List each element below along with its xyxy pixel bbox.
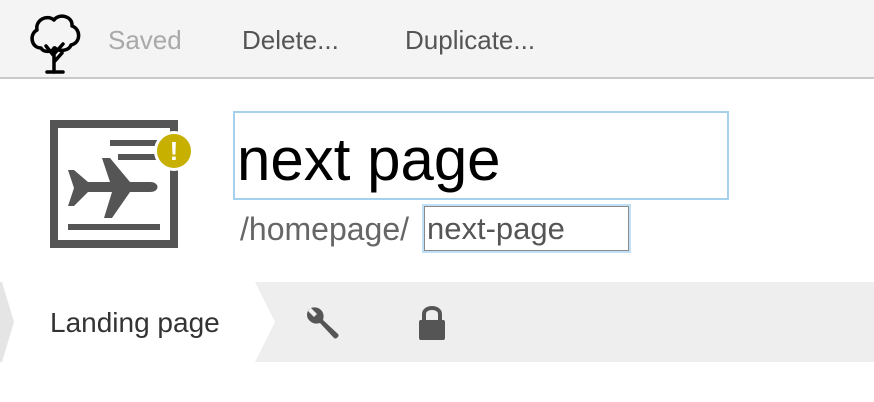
url-slug-input[interactable] bbox=[424, 206, 629, 251]
tab-landing-page-label: Landing page bbox=[50, 307, 220, 338]
url-prefix: /homepage/ bbox=[240, 211, 410, 247]
tab-landing-page[interactable]: Landing page bbox=[0, 282, 275, 362]
saved-status: Saved bbox=[108, 25, 182, 55]
delete-button[interactable]: Delete... bbox=[242, 24, 339, 56]
lock-icon[interactable] bbox=[412, 302, 452, 342]
tree-icon[interactable] bbox=[27, 12, 83, 74]
warning-badge: ! bbox=[154, 131, 194, 171]
wrench-icon[interactable] bbox=[302, 302, 342, 342]
tab-bar: Landing page bbox=[0, 282, 874, 362]
page-title-input[interactable] bbox=[233, 111, 729, 200]
duplicate-button[interactable]: Duplicate... bbox=[405, 24, 535, 56]
toolbar: Saved Delete... Duplicate... bbox=[0, 0, 874, 79]
